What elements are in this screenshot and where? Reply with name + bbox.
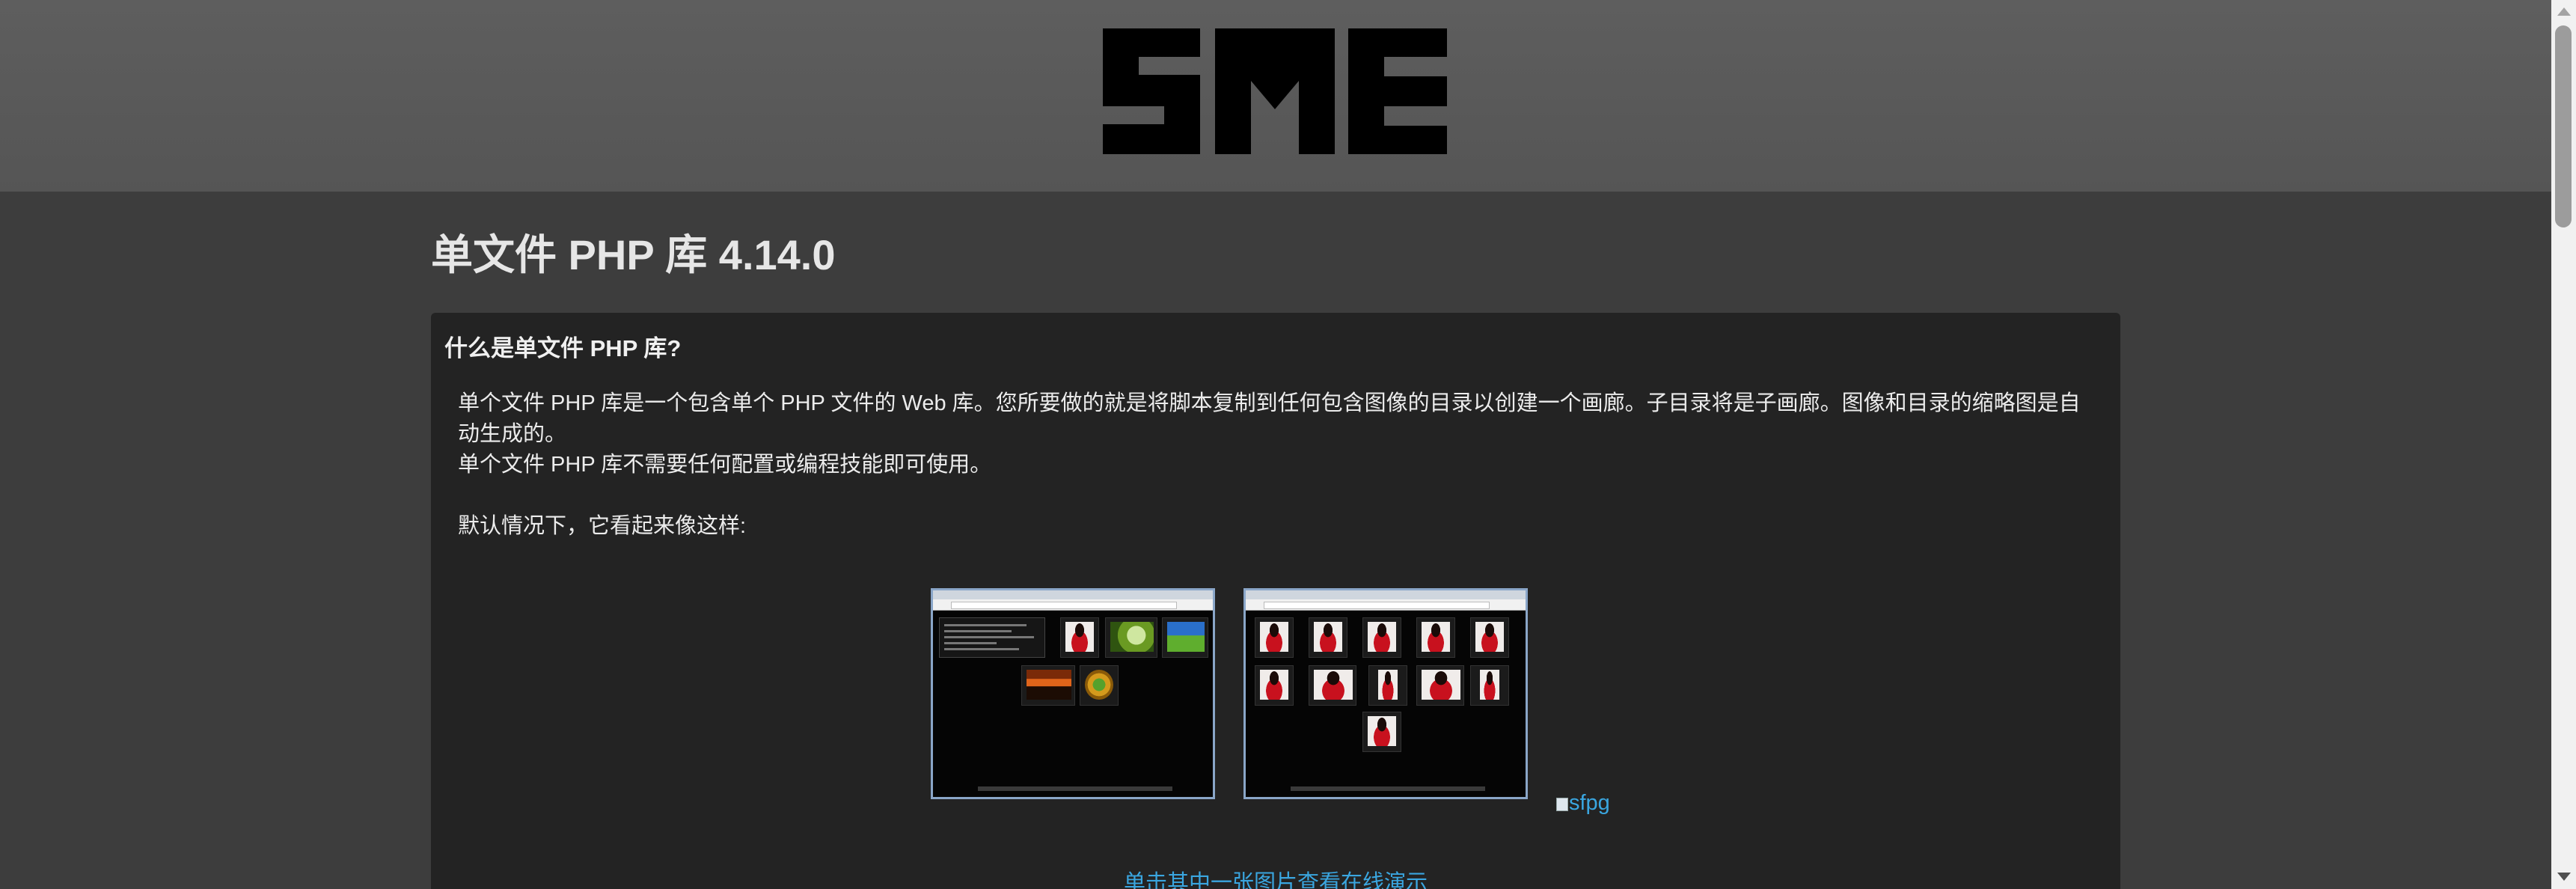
gallery-screenshot-overview[interactable] (931, 588, 1215, 799)
thumbnail (1309, 665, 1356, 706)
scroll-up-arrow-icon[interactable] (2557, 7, 2571, 16)
info-line (944, 648, 1019, 650)
thumbnail (1362, 712, 1401, 752)
thumbnail (1470, 617, 1509, 658)
panel-heading: 什么是单文件 PHP 库? (444, 335, 682, 361)
sfpg-image-link[interactable]: sfpg (1556, 791, 1610, 816)
scroll-down-arrow-icon[interactable] (2557, 873, 2571, 881)
screenshot-urlbar (1264, 602, 1490, 609)
thumbnail-image (1314, 670, 1353, 700)
thumbnail-image (1065, 622, 1094, 652)
thumbnail-image (1167, 622, 1205, 652)
thumbnail (1080, 665, 1119, 706)
thumbnail-image (1368, 622, 1396, 652)
site-header (0, 0, 2551, 192)
online-demo-link[interactable]: 单击其中一张图片查看在线演示 (1124, 865, 1428, 889)
screenshot-urlbar (951, 602, 1177, 609)
description-line-2: 单个文件 PHP 库不需要任何配置或编程技能即可使用。 (458, 453, 992, 477)
screenshot-footer (1291, 786, 1485, 791)
screenshot-titlebar (933, 590, 1213, 599)
thumbnail-image (1422, 670, 1460, 700)
thumbnail (1416, 617, 1455, 658)
scrollbar-thumb[interactable] (2555, 25, 2572, 227)
thumbnail-image (1027, 670, 1071, 700)
thumbnail (1162, 617, 1208, 658)
description-line-1: 单个文件 PHP 库是一个包含单个 PHP 文件的 Web 库。您所要做的就是将… (458, 391, 2081, 446)
page-title: 单文件 PHP 库 4.14.0 (431, 231, 836, 278)
thumbnail (1060, 617, 1099, 658)
screenshot-titlebar (1246, 590, 1526, 599)
thumbnail (1255, 665, 1294, 706)
thumbnail-image (1085, 670, 1113, 700)
thumbnail-image (1422, 622, 1450, 652)
sme-logo[interactable] (1103, 28, 1447, 154)
thumbnail (1105, 617, 1157, 658)
broken-image-icon (1556, 798, 1568, 811)
page: 单文件 PHP 库 4.14.0 什么是单文件 PHP 库? 单个文件 PHP … (0, 0, 2576, 889)
thumbnail-image (1260, 670, 1288, 700)
screenshot-info-box (939, 617, 1045, 658)
gallery-screenshot-grid[interactable] (1243, 588, 1528, 799)
thumbnail (1021, 665, 1075, 706)
thumbnail (1309, 617, 1347, 658)
description-line-3: 默认情况下，它看起来像这样: (458, 514, 747, 538)
thumbnail-image (1480, 670, 1499, 700)
thumbnail (1368, 665, 1407, 706)
vertical-scrollbar[interactable] (2551, 0, 2576, 889)
thumbnail-image (1378, 670, 1398, 700)
info-line (944, 624, 1027, 626)
thumbnail-image (1260, 622, 1288, 652)
sfpg-image-alt: sfpg (1569, 791, 1610, 815)
info-line (944, 642, 997, 644)
thumbnail-image (1314, 622, 1342, 652)
thumbnail (1255, 617, 1294, 658)
thumbnail (1470, 665, 1509, 706)
thumbnail-image (1110, 622, 1154, 652)
thumbnail-image (1368, 716, 1396, 746)
info-line (944, 636, 1034, 638)
screenshot-footer (978, 786, 1172, 791)
thumbnail (1362, 617, 1401, 658)
info-line (944, 630, 1012, 632)
thumbnail-image (1475, 622, 1504, 652)
thumbnail (1416, 665, 1464, 706)
